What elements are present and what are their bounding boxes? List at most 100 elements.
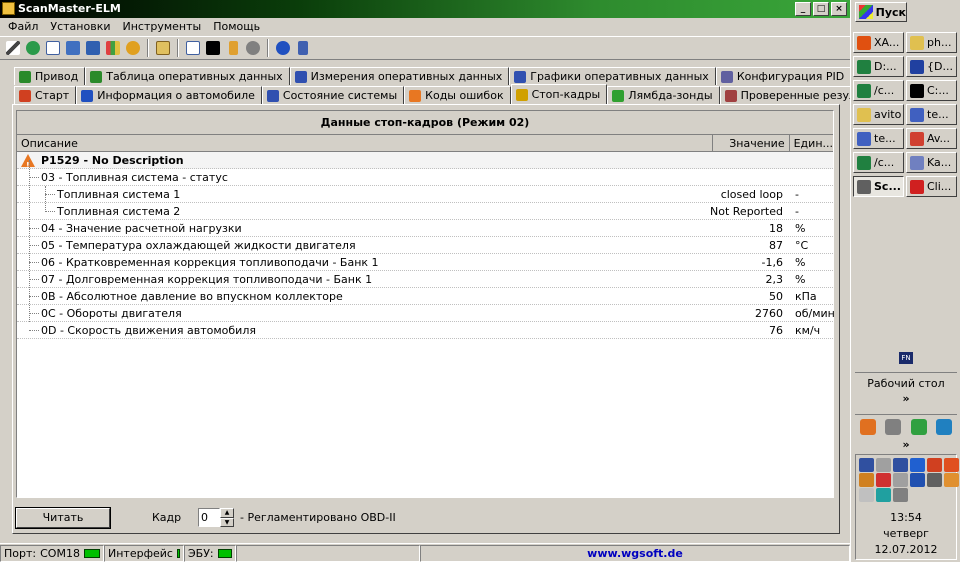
quick-launch-chevron-icon[interactable]: » (851, 438, 960, 451)
menu-settings[interactable]: Установки (44, 18, 116, 36)
table-row[interactable]: 03 - Топливная система - статус (17, 169, 833, 186)
info-icon[interactable] (274, 39, 292, 57)
fn-icon[interactable]: FN (899, 352, 913, 364)
firefox-icon[interactable] (859, 419, 876, 435)
tray-clock-icon[interactable] (893, 473, 908, 487)
gauge-icon[interactable] (84, 39, 102, 57)
tab-top-1[interactable]: Таблица оперативных данных (85, 67, 290, 85)
connect-icon[interactable] (4, 39, 22, 57)
clock-time[interactable]: 13:54 (856, 511, 956, 524)
desktop-label[interactable]: Рабочий стол (855, 372, 957, 390)
tray-network-icon[interactable] (859, 458, 874, 472)
table-row[interactable]: 06 - Кратковременная коррекция топливопо… (17, 254, 833, 271)
tab-top-0[interactable]: Привод (14, 67, 86, 85)
tab-top-4[interactable]: Конфигурация PID (715, 67, 852, 85)
tab-bottom-2[interactable]: Состояние системы (261, 86, 405, 104)
skype-icon[interactable] (936, 419, 953, 435)
tab-label: Коды ошибок (425, 89, 504, 102)
taskbar-task[interactable]: te... (853, 128, 904, 149)
desktop-chevron-icon[interactable]: » (851, 392, 960, 405)
taskbar-task[interactable]: Sc... (853, 176, 904, 197)
column-header-unit[interactable]: Един... (790, 135, 833, 151)
tray-virus-icon[interactable] (876, 473, 891, 487)
taskbar-task[interactable]: ph... (906, 32, 957, 53)
table-row[interactable]: Топливная система 2 Not Reported - (17, 203, 833, 220)
tab-bottom-4[interactable]: Стоп-кадры (510, 84, 608, 104)
tray-display-icon[interactable] (893, 488, 908, 502)
maximize-button[interactable]: □ (813, 2, 829, 16)
tab-top-2[interactable]: Измерения оперативных данных (289, 67, 510, 85)
row-description: 05 - Температура охлаждающей жидкости дв… (41, 239, 356, 252)
tab-top-3[interactable]: Графики оперативных данных (509, 67, 716, 85)
battery-icon[interactable] (224, 39, 242, 57)
chat-icon[interactable] (184, 39, 202, 57)
tray-network2-icon[interactable] (893, 458, 908, 472)
website-link[interactable]: www.wgsoft.de (420, 544, 850, 562)
tab-bottom-0[interactable]: Старт (14, 86, 77, 104)
dollar-icon[interactable] (124, 39, 142, 57)
frame-label: Кадр (152, 511, 182, 524)
read-button[interactable]: Читать (15, 507, 111, 529)
table-row[interactable]: 0D - Скорость движения автомобиля 76 км/ч (17, 322, 833, 339)
terminal-icon[interactable] (204, 39, 222, 57)
start-button[interactable]: Пуск (855, 2, 907, 22)
taskbar-task[interactable]: /c... (853, 152, 904, 173)
taskbar-task[interactable]: /c... (853, 80, 904, 101)
menu-help[interactable]: Помощь (207, 18, 266, 36)
minimize-button[interactable]: _ (795, 2, 811, 16)
tray-app-icon[interactable] (859, 473, 874, 487)
clipboard-icon[interactable] (154, 39, 172, 57)
freeze-frame-grid[interactable]: Данные стоп-кадров (Режим 02) Описание З… (16, 110, 835, 498)
tab-bottom-1[interactable]: Информация о автомобиле (76, 86, 262, 104)
close-button[interactable]: × (831, 2, 847, 16)
table-row[interactable]: 0B - Абсолютное давление во впускном кол… (17, 288, 833, 305)
chart-icon[interactable] (104, 39, 122, 57)
tray-xampp-icon[interactable] (944, 458, 959, 472)
table-row[interactable]: 05 - Температура охлаждающей жидкости дв… (17, 237, 833, 254)
menu-file[interactable]: Файл (2, 18, 44, 36)
taskbar-task[interactable]: {D... (906, 56, 957, 77)
tray-security-icon[interactable] (927, 458, 942, 472)
row-value: 18 (769, 222, 783, 235)
spin-down-icon[interactable]: ▼ (220, 517, 234, 527)
book-icon[interactable] (294, 39, 312, 57)
taskbar-task[interactable]: avito (853, 104, 904, 125)
tray-chart-icon[interactable] (876, 488, 891, 502)
taskbar-task[interactable]: C:... (906, 80, 957, 101)
frame-spinner[interactable]: ▲ ▼ (220, 508, 234, 527)
document-icon[interactable] (44, 39, 62, 57)
table-row[interactable]: 07 - Долговременная коррекция топливопод… (17, 271, 833, 288)
tray-volume-icon[interactable] (944, 473, 959, 487)
taskbar-task[interactable]: XA... (853, 32, 904, 53)
spin-up-icon[interactable]: ▲ (220, 508, 234, 518)
frame-input[interactable]: 0 (198, 508, 220, 527)
media-icon[interactable] (910, 419, 927, 435)
notepad-icon (857, 131, 871, 146)
table-icon[interactable] (64, 39, 82, 57)
taskbar-task[interactable]: te... (906, 104, 957, 125)
title-bar[interactable]: ScanMaster-ELM _ □ × (0, 0, 850, 18)
taskbar-task[interactable]: Av... (906, 128, 957, 149)
tab-bottom-3[interactable]: Коды ошибок (404, 86, 511, 104)
tray-lock-icon[interactable] (927, 473, 942, 487)
tray-usb-icon[interactable] (859, 488, 874, 502)
column-header-value[interactable]: Значение (713, 135, 790, 151)
taskbar-task[interactable]: Ka... (906, 152, 957, 173)
tree-connector (29, 330, 39, 331)
taskbar-task[interactable]: Cli... (906, 176, 957, 197)
table-row[interactable]: Топливная система 1 closed loop - (17, 186, 833, 203)
network-icon[interactable] (885, 419, 902, 435)
tray-grid-icon[interactable] (910, 473, 925, 487)
website-link-text[interactable]: www.wgsoft.de (424, 545, 846, 562)
column-header-description[interactable]: Описание (17, 135, 713, 151)
menu-tools[interactable]: Инструменты (117, 18, 208, 36)
table-row[interactable]: 04 - Значение расчетной нагрузки 18% (17, 220, 833, 237)
taskbar-task[interactable]: D:... (853, 56, 904, 77)
disc-icon[interactable] (244, 39, 262, 57)
table-row[interactable]: 0C - Обороты двигателя 2760 об/мин (17, 305, 835, 322)
globe-icon[interactable] (24, 39, 42, 57)
tray-update-icon[interactable] (876, 458, 891, 472)
tray-bluetooth-icon[interactable] (910, 458, 925, 472)
dtc-row[interactable]: P1529 - No Description (17, 152, 833, 174)
tab-bottom-5[interactable]: Лямбда-зонды (607, 86, 720, 104)
